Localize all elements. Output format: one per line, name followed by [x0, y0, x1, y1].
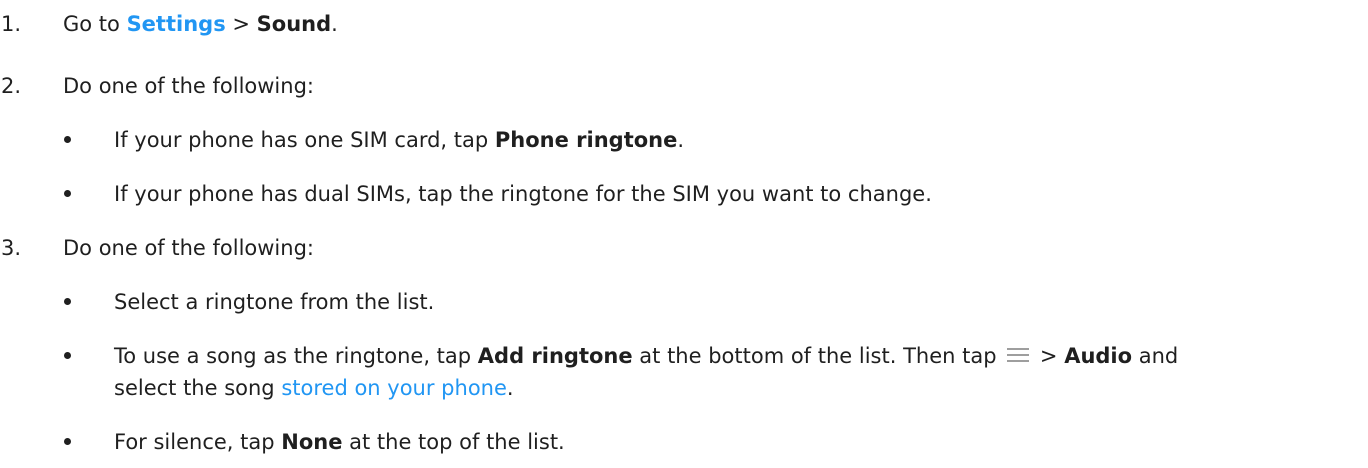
step-2-bullet-1-prefix: If your phone has one SIM card, tap — [114, 128, 495, 152]
bullet-dot — [64, 298, 71, 305]
step-3-bullet-2-middle: at the bottom of the list. Then tap — [632, 344, 1004, 368]
step-3-bullet-2-line-2: select the song stored on your phone. — [114, 374, 514, 402]
settings-link[interactable]: Settings — [127, 12, 226, 36]
step-1-prefix: Go to — [63, 12, 127, 36]
stored-on-phone-link[interactable]: stored on your phone — [281, 376, 507, 400]
step-1-end: . — [331, 12, 338, 36]
add-ringtone-label: Add ringtone — [477, 344, 633, 368]
step-3-bullet-2-separator: > — [1033, 344, 1065, 368]
none-label: None — [281, 430, 343, 454]
step-2-text: Do one of the following: — [63, 74, 314, 98]
step-3-number: 3. — [1, 236, 22, 260]
step-2-bullet-1: If your phone has one SIM card, tap Phon… — [114, 126, 684, 154]
step-1-separator: > — [225, 12, 257, 36]
sound-label: Sound — [256, 12, 332, 36]
menu-icon — [1007, 347, 1030, 363]
step-3-bullet-3-prefix: For silence, tap — [114, 430, 282, 454]
step-3-bullet-3: For silence, tap None at the top of the … — [114, 428, 565, 456]
step-2-bullet-1-end: . — [677, 128, 685, 152]
bullet-dot — [64, 190, 71, 197]
bullet-dot — [64, 438, 71, 445]
bullet-dot — [64, 352, 71, 359]
step-1-text: Go to Settings > Sound. — [63, 10, 338, 38]
step-3-bullet-2-line-1: To use a song as the ringtone, tap Add r… — [114, 342, 1178, 370]
audio-label: Audio — [1064, 344, 1133, 368]
step-3-bullet-2-line2-prefix: select the song — [114, 376, 282, 400]
step-3-bullet-1: Select a ringtone from the list. — [114, 290, 435, 314]
step-2-bullet-2: If your phone has dual SIMs, tap the rin… — [114, 182, 932, 206]
step-3-text: Do one of the following: — [63, 236, 314, 260]
step-2-number: 2. — [1, 74, 22, 98]
step-3-bullet-2-after: and — [1132, 344, 1179, 368]
phone-ringtone-label: Phone ringtone — [494, 128, 678, 152]
step-3-bullet-2-prefix: To use a song as the ringtone, tap — [114, 344, 478, 368]
step-3-bullet-3-end: at the top of the list. — [342, 430, 565, 454]
step-1-number: 1. — [1, 12, 22, 36]
bullet-dot — [64, 136, 71, 143]
step-3-bullet-2-end: . — [506, 376, 514, 400]
